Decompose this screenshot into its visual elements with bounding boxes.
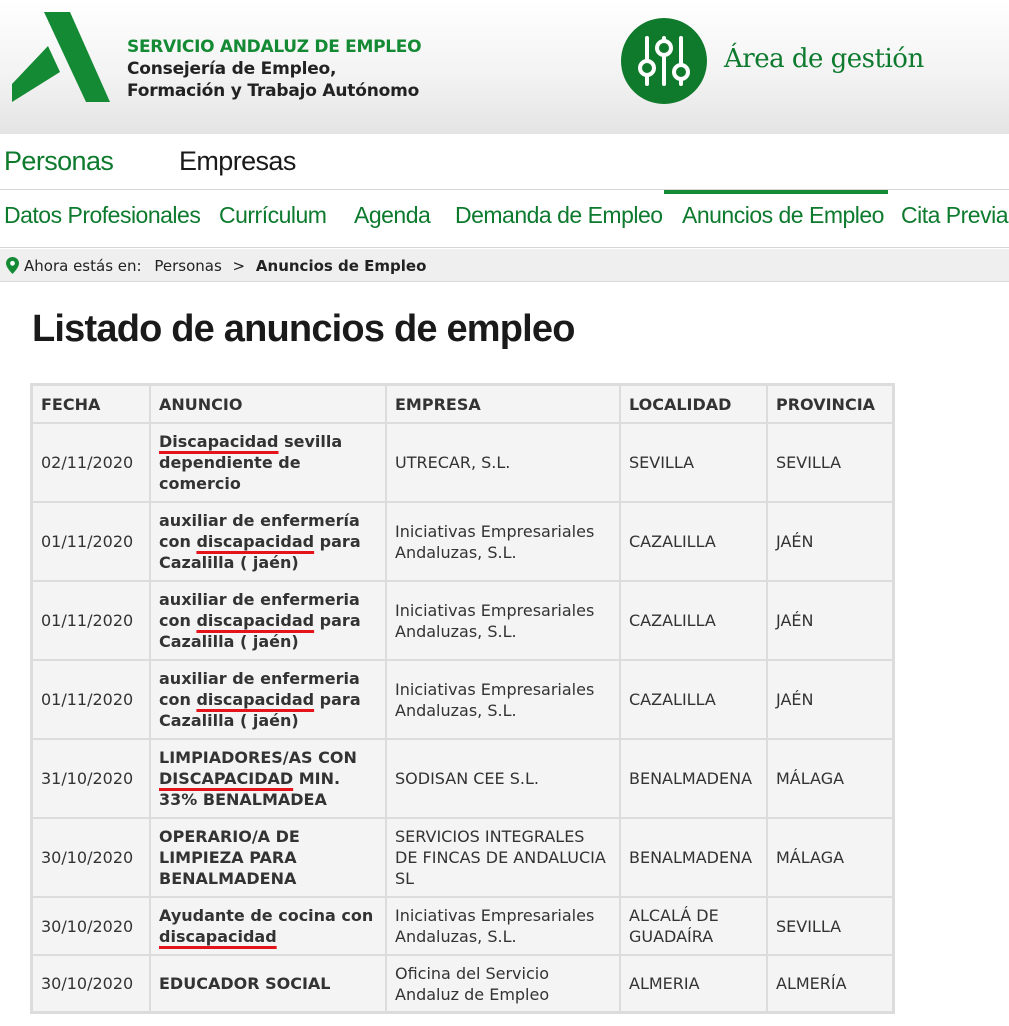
org-line-2: Consejería de Empleo, xyxy=(127,59,337,79)
header-localidad: LOCALIDAD xyxy=(620,385,767,423)
cell-empresa: Iniciativas Empresariales Andaluzas, S.L… xyxy=(386,897,620,955)
anuncio-text[interactable]: EDUCADOR SOCIAL xyxy=(159,974,331,993)
cell-provincia: ALMERÍA xyxy=(767,955,893,1012)
tab-agenda[interactable]: Agenda xyxy=(354,202,431,229)
tab-empresas[interactable]: Empresas xyxy=(179,146,296,177)
breadcrumb-current: Anuncios de Empleo xyxy=(255,257,427,275)
top-navigation: Personas Empresas xyxy=(0,134,1009,190)
header-empresa: EMPRESA xyxy=(386,385,620,423)
tab-personas[interactable]: Personas xyxy=(4,146,114,177)
breadcrumb-parent[interactable]: Personas xyxy=(154,257,221,275)
org-line-3: Formación y Trabajo Autónomo xyxy=(127,81,420,101)
table-row[interactable]: 30/10/2020 EDUCADOR SOCIAL Oficina del Ser… xyxy=(32,955,893,1012)
anuncio-highlight[interactable]: discapacidad xyxy=(159,927,277,946)
andalucia-a-logo[interactable] xyxy=(12,12,110,102)
cell-provincia: SEVILLA xyxy=(767,897,893,955)
cell-empresa: Iniciativas Empresariales Andaluzas, S.L… xyxy=(386,502,620,581)
table-row[interactable]: 01/11/2020 auxiliar de enfermeria con dis… xyxy=(32,660,893,739)
cell-empresa: UTRECAR, S.L. xyxy=(386,423,620,502)
cell-fecha: 30/10/2020 xyxy=(32,818,150,897)
cell-empresa: SODISAN CEE S.L. xyxy=(386,739,620,818)
anuncio-highlight[interactable]: DISCAPACIDAD xyxy=(159,769,293,788)
cell-empresa: SERVICIOS INTEGRALES DE FINCAS DE ANDALU… xyxy=(386,818,620,897)
cell-empresa: Iniciativas Empresariales Andaluzas, S.L… xyxy=(386,581,620,660)
cell-localidad: CAZALILLA xyxy=(620,660,767,739)
table-row[interactable]: 02/11/2020 Discapacidad sevilla dependien… xyxy=(32,423,893,502)
cell-localidad: SEVILLA xyxy=(620,423,767,502)
anuncio-text[interactable]: Ayudante de cocina con xyxy=(159,906,373,925)
cell-localidad: ALMERIA xyxy=(620,955,767,1012)
job-listings-table-container: FECHA ANUNCIO EMPRESA LOCALIDAD PROVINCI… xyxy=(30,383,895,1014)
job-listings-table: FECHA ANUNCIO EMPRESA LOCALIDAD PROVINCI… xyxy=(30,383,895,1014)
cell-localidad: CAZALILLA xyxy=(620,581,767,660)
anuncio-highlight[interactable]: discapacidad xyxy=(196,611,314,630)
location-pin-icon xyxy=(6,257,19,274)
cell-localidad: BENALMADENA xyxy=(620,739,767,818)
cell-provincia: JAÉN xyxy=(767,502,893,581)
cell-anuncio[interactable]: auxiliar de enfermeria con discapacidad … xyxy=(150,581,386,660)
cell-empresa: Iniciativas Empresariales Andaluzas, S.L… xyxy=(386,660,620,739)
cell-provincia: JAÉN xyxy=(767,660,893,739)
breadcrumb: Ahora estás en: Personas > Anuncios de E… xyxy=(0,249,1009,282)
table-row[interactable]: 30/10/2020 Ayudante de cocina con discapa… xyxy=(32,897,893,955)
anuncio-highlight[interactable]: discapacidad xyxy=(196,532,314,551)
tab-datos-profesionales[interactable]: Datos Profesionales xyxy=(4,202,201,229)
cell-fecha: 01/11/2020 xyxy=(32,581,150,660)
cell-fecha: 01/11/2020 xyxy=(32,660,150,739)
cell-fecha: 02/11/2020 xyxy=(32,423,150,502)
cell-fecha: 30/10/2020 xyxy=(32,897,150,955)
header-fecha: FECHA xyxy=(32,385,150,423)
cell-provincia: SEVILLA xyxy=(767,423,893,502)
breadcrumb-separator: > xyxy=(232,257,246,275)
cell-localidad: ALCALÁ DE GUADAÍRA xyxy=(620,897,767,955)
site-header: SERVICIO ANDALUZ DE EMPLEO Consejería de… xyxy=(0,0,1009,134)
sub-navigation: Datos Profesionales Currículum Agenda De… xyxy=(0,190,1009,248)
table-row[interactable]: 30/10/2020 OPERARIO/A DE LIMPIEZA PARA BE… xyxy=(32,818,893,897)
cell-localidad: BENALMADENA xyxy=(620,818,767,897)
cell-provincia: MÁLAGA xyxy=(767,818,893,897)
table-row[interactable]: 31/10/2020 LIMPIADORES/AS CON DISCAPACIDA… xyxy=(32,739,893,818)
organization-name: SERVICIO ANDALUZ DE EMPLEO Consejería de… xyxy=(127,36,422,102)
cell-anuncio[interactable]: Ayudante de cocina con discapacidad xyxy=(150,897,386,955)
table-header-row: FECHA ANUNCIO EMPRESA LOCALIDAD PROVINCI… xyxy=(32,385,893,423)
cell-anuncio[interactable]: EDUCADOR SOCIAL xyxy=(150,955,386,1012)
table-row[interactable]: 01/11/2020 auxiliar de enfermeria con dis… xyxy=(32,581,893,660)
table-row[interactable]: 01/11/2020 auxiliar de enfermería con dis… xyxy=(32,502,893,581)
page-title: Listado de anuncios de empleo xyxy=(32,308,575,350)
cell-empresa: Oficina del Servicio Andaluz de Empleo xyxy=(386,955,620,1012)
active-tab-indicator xyxy=(664,190,888,194)
tab-anuncios-de-empleo[interactable]: Anuncios de Empleo xyxy=(682,202,884,229)
cell-anuncio[interactable]: auxiliar de enfermeria con discapacidad … xyxy=(150,660,386,739)
cell-anuncio[interactable]: OPERARIO/A DE LIMPIEZA PARA BENALMADENA xyxy=(150,818,386,897)
cell-anuncio[interactable]: LIMPIADORES/AS CON DISCAPACIDAD MIN. 33%… xyxy=(150,739,386,818)
cell-fecha: 30/10/2020 xyxy=(32,955,150,1012)
anuncio-text[interactable]: LIMPIADORES/AS CON xyxy=(159,748,357,767)
header-anuncio: ANUNCIO xyxy=(150,385,386,423)
sliders-icon xyxy=(621,18,707,104)
cell-localidad: CAZALILLA xyxy=(620,502,767,581)
header-provincia: PROVINCIA xyxy=(767,385,893,423)
cell-provincia: MÁLAGA xyxy=(767,739,893,818)
anuncio-highlight[interactable]: discapacidad xyxy=(196,690,314,709)
tab-cita-previa[interactable]: Cita Previa xyxy=(901,202,1008,229)
area-title[interactable]: Área de gestión xyxy=(724,44,924,74)
anuncio-highlight[interactable]: Discapacidad xyxy=(159,432,279,451)
breadcrumb-prefix: Ahora estás en: xyxy=(24,257,142,275)
org-line-1: SERVICIO ANDALUZ DE EMPLEO xyxy=(127,37,422,57)
cell-anuncio[interactable]: auxiliar de enfermería con discapacidad … xyxy=(150,502,386,581)
cell-provincia: JAÉN xyxy=(767,581,893,660)
tab-demanda-de-empleo[interactable]: Demanda de Empleo xyxy=(455,202,663,229)
tab-curriculum[interactable]: Currículum xyxy=(219,202,327,229)
anuncio-text[interactable]: OPERARIO/A DE LIMPIEZA PARA BENALMADENA xyxy=(159,827,300,888)
breadcrumb-trail: Ahora estás en: Personas > Anuncios de E… xyxy=(24,257,426,275)
cell-anuncio[interactable]: Discapacidad sevilla dependiente de come… xyxy=(150,423,386,502)
cell-fecha: 31/10/2020 xyxy=(32,739,150,818)
cell-fecha: 01/11/2020 xyxy=(32,502,150,581)
